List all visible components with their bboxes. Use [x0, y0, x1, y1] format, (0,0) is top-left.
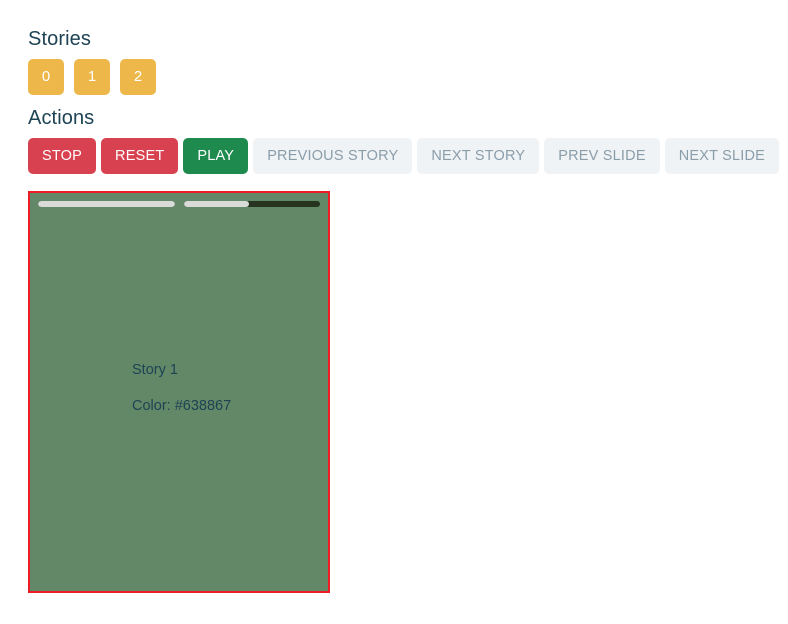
story-title: Story 1	[132, 362, 178, 378]
story-chip-1[interactable]: 1	[74, 59, 110, 95]
story-progress-bar-1[interactable]	[183, 201, 320, 207]
actions-heading: Actions	[28, 107, 95, 129]
story-progress-bar-0[interactable]	[38, 201, 175, 207]
play-button[interactable]: PLAY	[183, 138, 249, 174]
story-viewer-panel[interactable]: Story 1 Color: #638867	[28, 191, 330, 593]
stories-heading: Stories	[28, 28, 91, 50]
story-chip-group: 0 1 2	[28, 59, 788, 95]
next-story-button[interactable]: NEXT STORY	[417, 138, 540, 174]
story-color-value: Color: #638867	[132, 398, 232, 414]
story-progress-bars	[30, 201, 328, 207]
story-content: Story 1 Color: #638867	[30, 361, 328, 415]
stop-button[interactable]: STOP	[28, 138, 97, 174]
reset-button[interactable]: RESET	[101, 138, 179, 174]
previous-story-button[interactable]: PREVIOUS STORY	[253, 138, 413, 174]
story-progress-fill-1	[183, 201, 250, 207]
prev-slide-button[interactable]: PREV SLIDE	[544, 138, 660, 174]
story-progress-fill-0	[38, 201, 175, 207]
story-chip-2[interactable]: 2	[120, 59, 156, 95]
story-chip-0[interactable]: 0	[28, 59, 64, 95]
app-root: Stories 0 1 2 Actions STOP RESET PLAY PR…	[0, 0, 788, 624]
action-button-bar: STOP RESET PLAY PREVIOUS STORY NEXT STOR…	[28, 138, 788, 174]
next-slide-button[interactable]: NEXT SLIDE	[664, 138, 780, 174]
